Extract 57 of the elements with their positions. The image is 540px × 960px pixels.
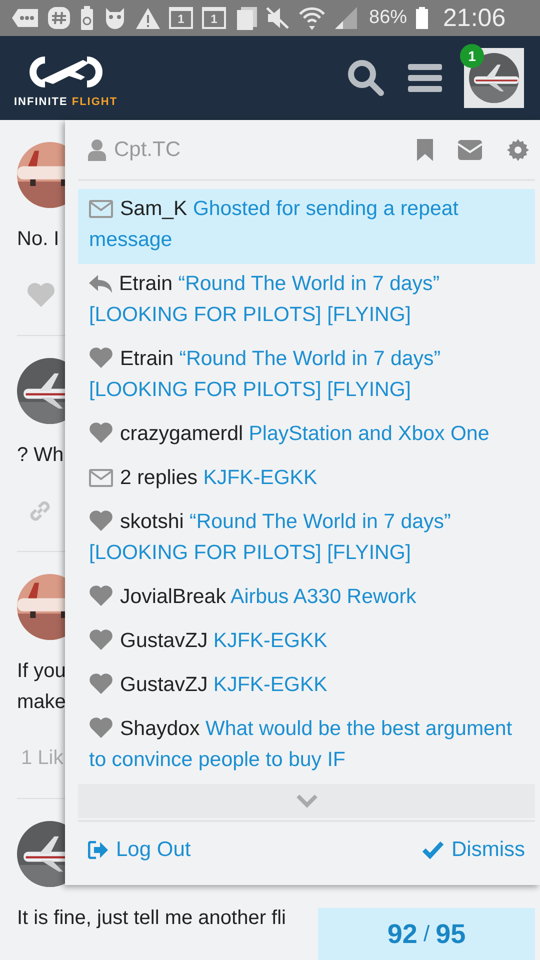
heart-icon: [89, 717, 113, 738]
post-text: make: [17, 690, 66, 715]
reply-arrow-icon: [89, 275, 112, 294]
notification-item[interactable]: Shaydox What would be the best argument to convince people to buy IF: [78, 709, 535, 784]
heart-icon: [89, 347, 113, 368]
calendar-icon: 1: [169, 7, 193, 29]
post-text: No. I: [17, 227, 60, 252]
tag-icon: [12, 7, 38, 29]
heart-icon: [89, 673, 113, 694]
username: Cpt.TC: [114, 138, 181, 162]
calendar-icon: 1: [202, 7, 226, 29]
signal-icon: [334, 6, 358, 30]
messages-button[interactable]: [458, 140, 482, 160]
heart-icon: [89, 585, 113, 606]
user-icon: [88, 138, 106, 161]
chevron-down-icon: [296, 794, 318, 808]
envelope-icon: [458, 140, 482, 160]
post-text: It is fine, just tell me another fli: [17, 906, 286, 931]
post-text: If you: [17, 659, 66, 684]
sign-out-icon: [88, 841, 108, 860]
notification-item[interactable]: Etrain “Round The World in 7 days” [LOOKING FOR PILOTS] [FLYING]: [78, 339, 535, 414]
menu-icon: [408, 63, 442, 93]
notification-item[interactable]: 2 replies KJFK-EGKK: [78, 458, 535, 502]
notification-item[interactable]: crazygamerdl PlayStation and Xbox One: [78, 414, 535, 458]
post-text: ? Wh: [17, 443, 64, 468]
menu-button[interactable]: [408, 63, 442, 93]
notification-item[interactable]: GustavZJ KJFK-EGKK: [78, 621, 535, 666]
warning-icon: [136, 7, 160, 29]
search-button[interactable]: [346, 58, 386, 98]
battery-percentage: 86%: [369, 7, 408, 29]
logo-text: FLIGHT: [72, 96, 118, 108]
logo-text: INFINITE: [14, 96, 68, 108]
search-icon: [346, 58, 386, 98]
heart-icon: [89, 629, 113, 650]
settings-button[interactable]: [507, 138, 529, 161]
notification-item[interactable]: skotshi “Round The World in 7 days” [LOOKING FOR PILOTS] [FLYING]: [78, 502, 535, 578]
heart-icon: [89, 422, 113, 444]
envelope-icon: [89, 200, 113, 218]
notification-item[interactable]: JovialBreak Airbus A330 Rework: [78, 577, 535, 622]
clock-time: 21:06: [443, 4, 506, 32]
battery-icon: [416, 7, 428, 29]
copy-icon: [235, 6, 257, 30]
notification-item[interactable]: Sam_K Ghosted for sending a repeat message: [78, 189, 535, 264]
wifi-icon: [299, 6, 325, 30]
check-icon: [422, 841, 444, 860]
settings-icon: [507, 138, 529, 161]
notification-badge: 1: [460, 44, 484, 68]
notification-item[interactable]: GustavZJ KJFK-EGKK: [78, 665, 535, 710]
bookmarks-button[interactable]: [417, 138, 433, 161]
battery-icon: [80, 6, 94, 30]
bookmark-icon: [417, 138, 433, 161]
like-count: 1 Lik: [21, 746, 64, 770]
hashtag-icon: [47, 6, 71, 30]
heart-icon: [89, 510, 113, 532]
mute-icon: [266, 6, 290, 30]
envelope-icon: [89, 469, 113, 488]
notification-item[interactable]: Etrain “Round The World in 7 days” [LOOKING FOR PILOTS] [FLYING]: [78, 264, 535, 340]
